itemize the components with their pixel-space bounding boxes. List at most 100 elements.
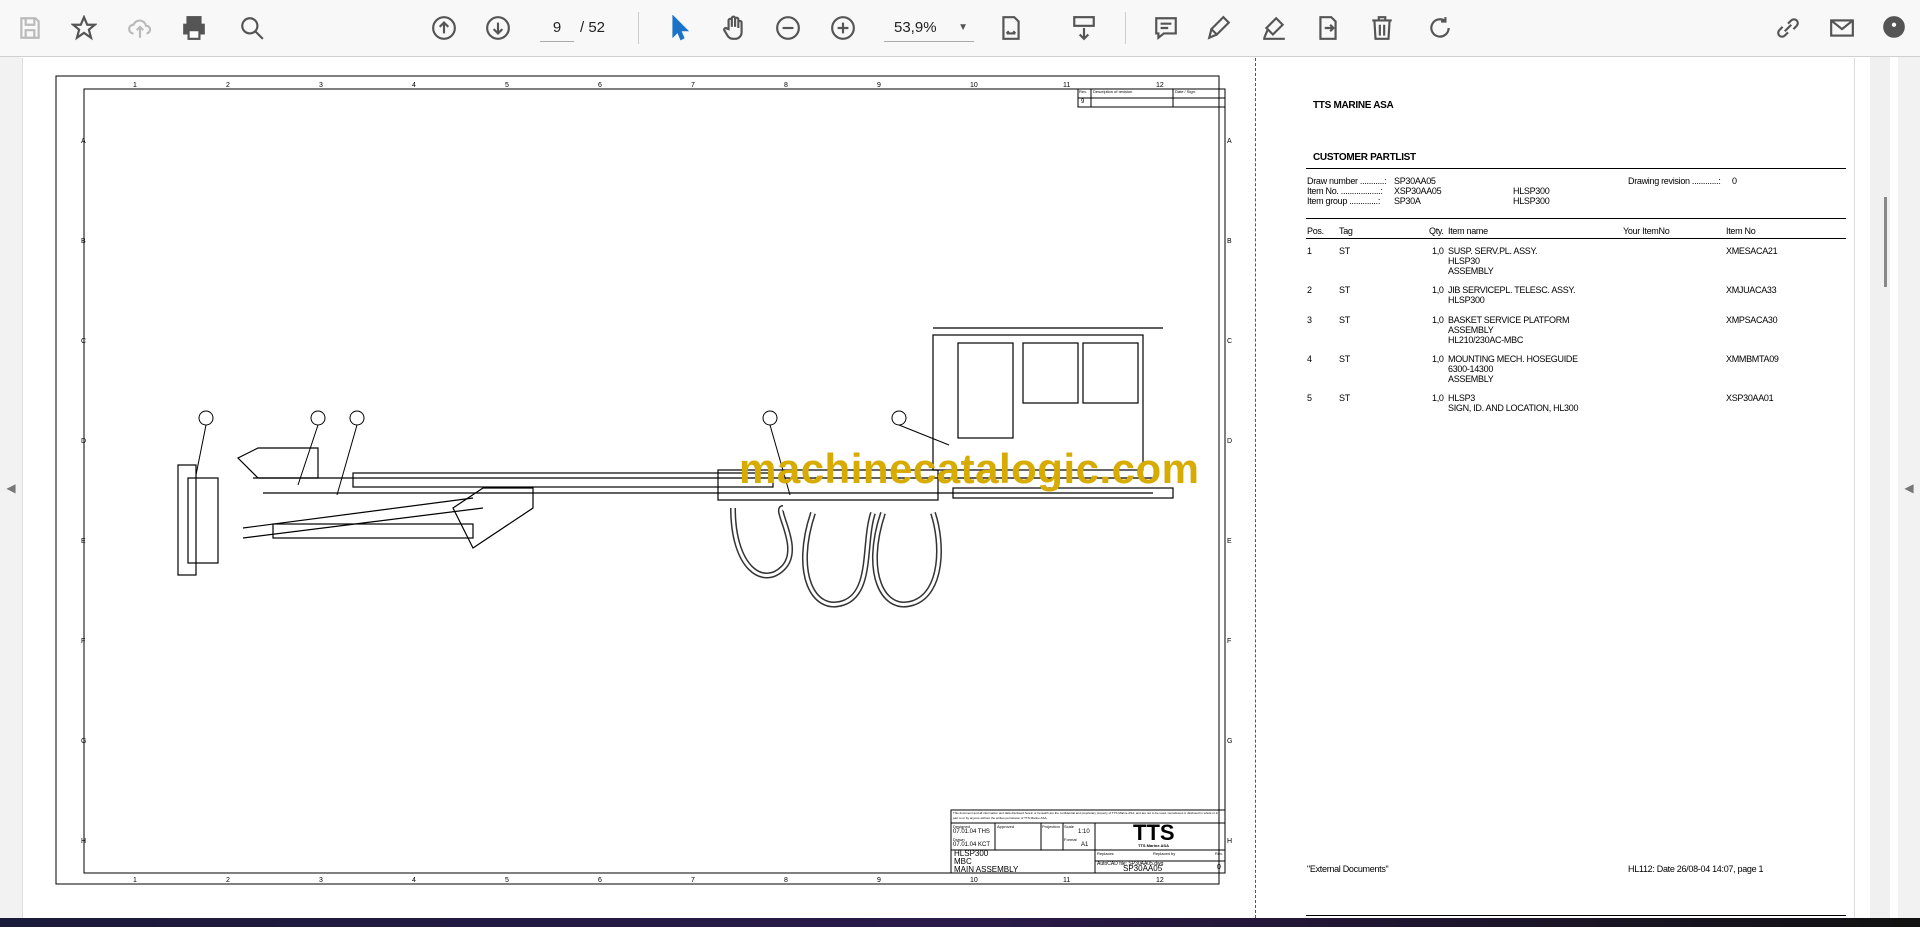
grid-row-label: C: [1227, 338, 1233, 345]
scale-label: Scale: [1064, 824, 1075, 829]
row-tag: ST: [1339, 354, 1350, 364]
row-qty: 1,0: [1432, 393, 1444, 403]
customer-partlist: TTS MARINE ASA CUSTOMER PARTLIST Draw nu…: [1291, 58, 1851, 918]
zoom-in-icon[interactable]: [827, 12, 859, 44]
format-label: Format: [1064, 837, 1077, 842]
row-pos: 4: [1307, 354, 1312, 364]
item-no-label: Item No. ..................:: [1307, 186, 1383, 196]
save-icon[interactable]: [14, 12, 46, 44]
bookmark-star-icon[interactable]: [68, 12, 100, 44]
left-panel-toggle-icon[interactable]: ◀: [0, 57, 22, 918]
email-icon[interactable]: [1826, 12, 1858, 44]
chevron-down-icon: ▼: [958, 22, 968, 33]
grid-row-label: H: [1227, 838, 1233, 845]
row-item-name: HLSP30: [1448, 256, 1480, 266]
grid-column-label: 12: [1156, 877, 1164, 884]
toolbar-divider: [1125, 12, 1126, 44]
grid-column-label: 5: [505, 82, 509, 89]
rev-value: 9: [1081, 99, 1085, 105]
delete-icon[interactable]: [1366, 12, 1398, 44]
drawing-number: SP30AA05: [1123, 864, 1163, 873]
row-tag: ST: [1339, 285, 1350, 295]
select-cursor-icon[interactable]: [664, 12, 696, 44]
row-pos: 3: [1307, 315, 1312, 325]
export-icon[interactable]: [1312, 12, 1344, 44]
row-item-name: SIGN, ID. AND LOCATION, HL300: [1448, 403, 1579, 413]
row-tag: ST: [1339, 315, 1350, 325]
grid-column-label: 10: [970, 877, 978, 884]
grid-column-label: 4: [412, 877, 416, 884]
row-item-no: XMJUACA33: [1726, 285, 1777, 295]
right-panel-toggle-icon[interactable]: ◀: [1898, 57, 1920, 918]
fit-page-icon[interactable]: [995, 12, 1027, 44]
taskbar-strip: [0, 918, 1920, 927]
item-group: SP30A: [1394, 196, 1421, 206]
account-icon[interactable]: [1878, 12, 1910, 44]
drawing-revision: 0: [1732, 176, 1737, 186]
confidentiality-notice: This document and all information and da…: [953, 811, 1219, 820]
find-zoom-icon[interactable]: [236, 12, 268, 44]
highlight-icon[interactable]: [1203, 12, 1235, 44]
hand-pan-icon[interactable]: [718, 12, 750, 44]
rev-header-rev: Rev.: [1079, 89, 1087, 94]
row-item-name: HLSP300: [1448, 295, 1485, 305]
row-item-name: JIB SERVICEPL. TELESC. ASSY.: [1448, 285, 1576, 295]
row-item-name: HL210/230AC-MBC: [1448, 335, 1524, 345]
format-value: A1: [1081, 842, 1089, 848]
scrolling-mode-icon[interactable]: [1068, 12, 1100, 44]
print-icon[interactable]: [178, 12, 210, 44]
row-pos: 1: [1307, 246, 1312, 256]
page-divider: [1255, 58, 1256, 918]
grid-column-label: 8: [784, 877, 788, 884]
zoom-value: 53,9%: [894, 19, 937, 36]
row-item-name: MOUNTING MECH. HOSEGUIDE: [1448, 354, 1578, 364]
grid-column-label: 4: [412, 82, 416, 89]
zoom-level-dropdown[interactable]: 53,9% ▼: [884, 14, 974, 42]
draw-number: SP30AA05: [1394, 176, 1436, 186]
grid-column-label: 1: [133, 82, 137, 89]
header-item-name: Item name: [1448, 226, 1488, 236]
grid-row-label: G: [81, 738, 87, 745]
grid-row-label: G: [1227, 738, 1233, 745]
row-qty: 1,0: [1432, 285, 1444, 295]
grid-column-label: 5: [505, 877, 509, 884]
cloud-upload-icon[interactable]: [124, 12, 156, 44]
projection-label: Projection: [1042, 824, 1060, 829]
comment-icon[interactable]: [1150, 12, 1182, 44]
grid-row-label: H: [81, 838, 87, 845]
row-item-no: XMESACA21: [1726, 246, 1778, 256]
grid-row-label: C: [81, 338, 87, 345]
sign-icon[interactable]: [1258, 12, 1290, 44]
item-no: XSP30AA05: [1394, 186, 1442, 196]
share-link-icon[interactable]: [1772, 12, 1804, 44]
designed-value: 07.01.04 THS: [953, 829, 990, 835]
grid-column-label: 7: [691, 82, 695, 89]
grid-row-label: A: [1227, 138, 1232, 145]
grid-row-label: D: [81, 438, 87, 445]
row-item-no: XMMBMTA09: [1726, 354, 1779, 364]
next-page-icon[interactable]: [482, 12, 514, 44]
rotate-icon[interactable]: [1424, 12, 1456, 44]
grid-column-label: 3: [319, 82, 323, 89]
header-item-no: Item No: [1726, 226, 1756, 236]
zoom-out-icon[interactable]: [772, 12, 804, 44]
page-number-input[interactable]: 9: [540, 14, 574, 42]
scrollbar-thumb[interactable]: [1884, 197, 1887, 287]
header-tag: Tag: [1339, 226, 1353, 236]
toolbar-divider: [638, 12, 639, 44]
item-no-desc: HLSP300: [1513, 186, 1550, 196]
partlist-title: CUSTOMER PARTLIST: [1313, 152, 1416, 163]
approved-label: Approved: [997, 824, 1015, 829]
grid-row-label: F: [81, 638, 86, 645]
vertical-scrollbar[interactable]: [1870, 57, 1890, 918]
divider: [1306, 238, 1846, 239]
divider: [1306, 168, 1846, 169]
grid-column-label: 11: [1063, 82, 1071, 89]
previous-page-icon[interactable]: [428, 12, 460, 44]
row-item-name: ASSEMBLY: [1448, 325, 1494, 335]
footer-left: "External Documents": [1307, 864, 1389, 874]
document-page: Rev. Description of revision Date / Sign…: [22, 58, 1855, 918]
grid-column-label: 12: [1156, 82, 1164, 89]
row-qty: 1,0: [1432, 354, 1444, 364]
grid-column-label: 2: [226, 82, 230, 89]
